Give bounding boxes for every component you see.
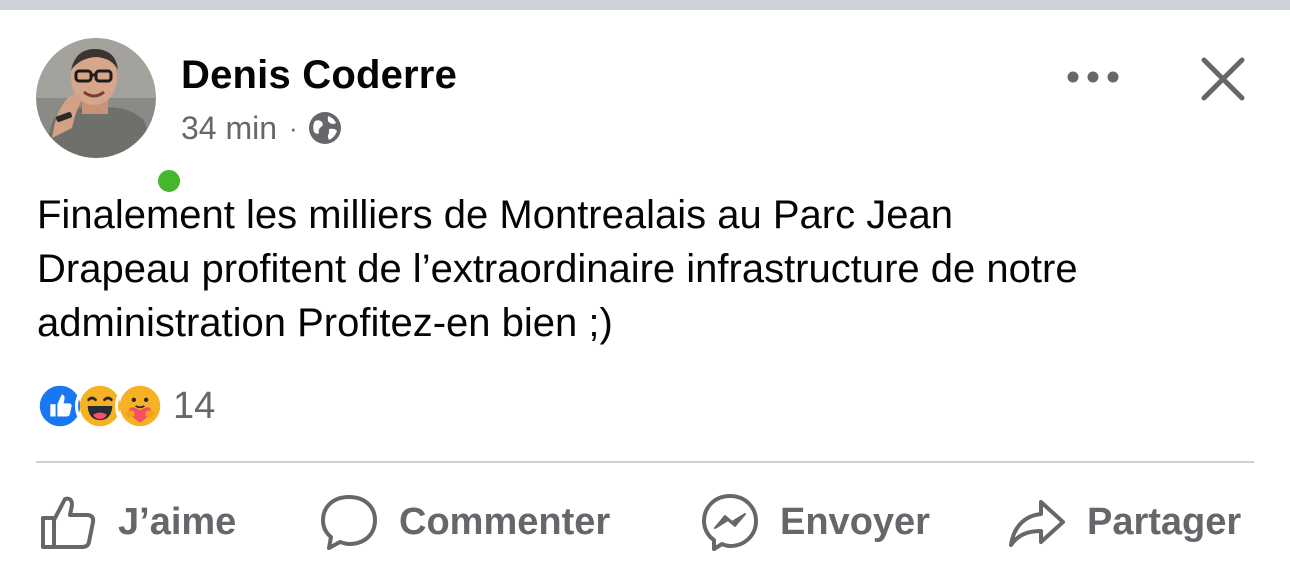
reactions-summary[interactable]: 14 [35,380,215,432]
post-meta: 34 min · [181,108,342,148]
author-name[interactable]: Denis Coderre [181,53,457,98]
care-reaction-icon [115,381,165,431]
author-avatar[interactable] [36,38,186,198]
close-icon[interactable] [1196,52,1250,106]
more-options-icon[interactable] [1062,57,1124,97]
reaction-count: 14 [173,384,216,427]
actions-divider [36,461,1254,463]
messenger-icon [702,494,758,551]
post-text: Finalement les milliers de Montrealais a… [37,193,1078,345]
share-button[interactable]: Partager [1007,487,1241,557]
top-separator [0,0,1290,10]
thumbs-up-icon [41,496,96,549]
share-arrow-icon [1009,500,1065,547]
avatar-image [36,38,156,158]
post-time[interactable]: 34 min [181,110,277,147]
send-button[interactable]: Envoyer [700,487,930,557]
comment-bubble-icon [321,495,377,550]
send-label: Envoyer [780,500,930,543]
globe-icon[interactable] [308,111,342,145]
share-label: Partager [1087,500,1242,543]
meta-separator: · [289,112,298,143]
like-button[interactable]: J’aime [38,487,236,557]
comment-label: Commenter [399,500,611,543]
like-label: J’aime [118,500,237,543]
comment-button[interactable]: Commenter [319,487,610,557]
